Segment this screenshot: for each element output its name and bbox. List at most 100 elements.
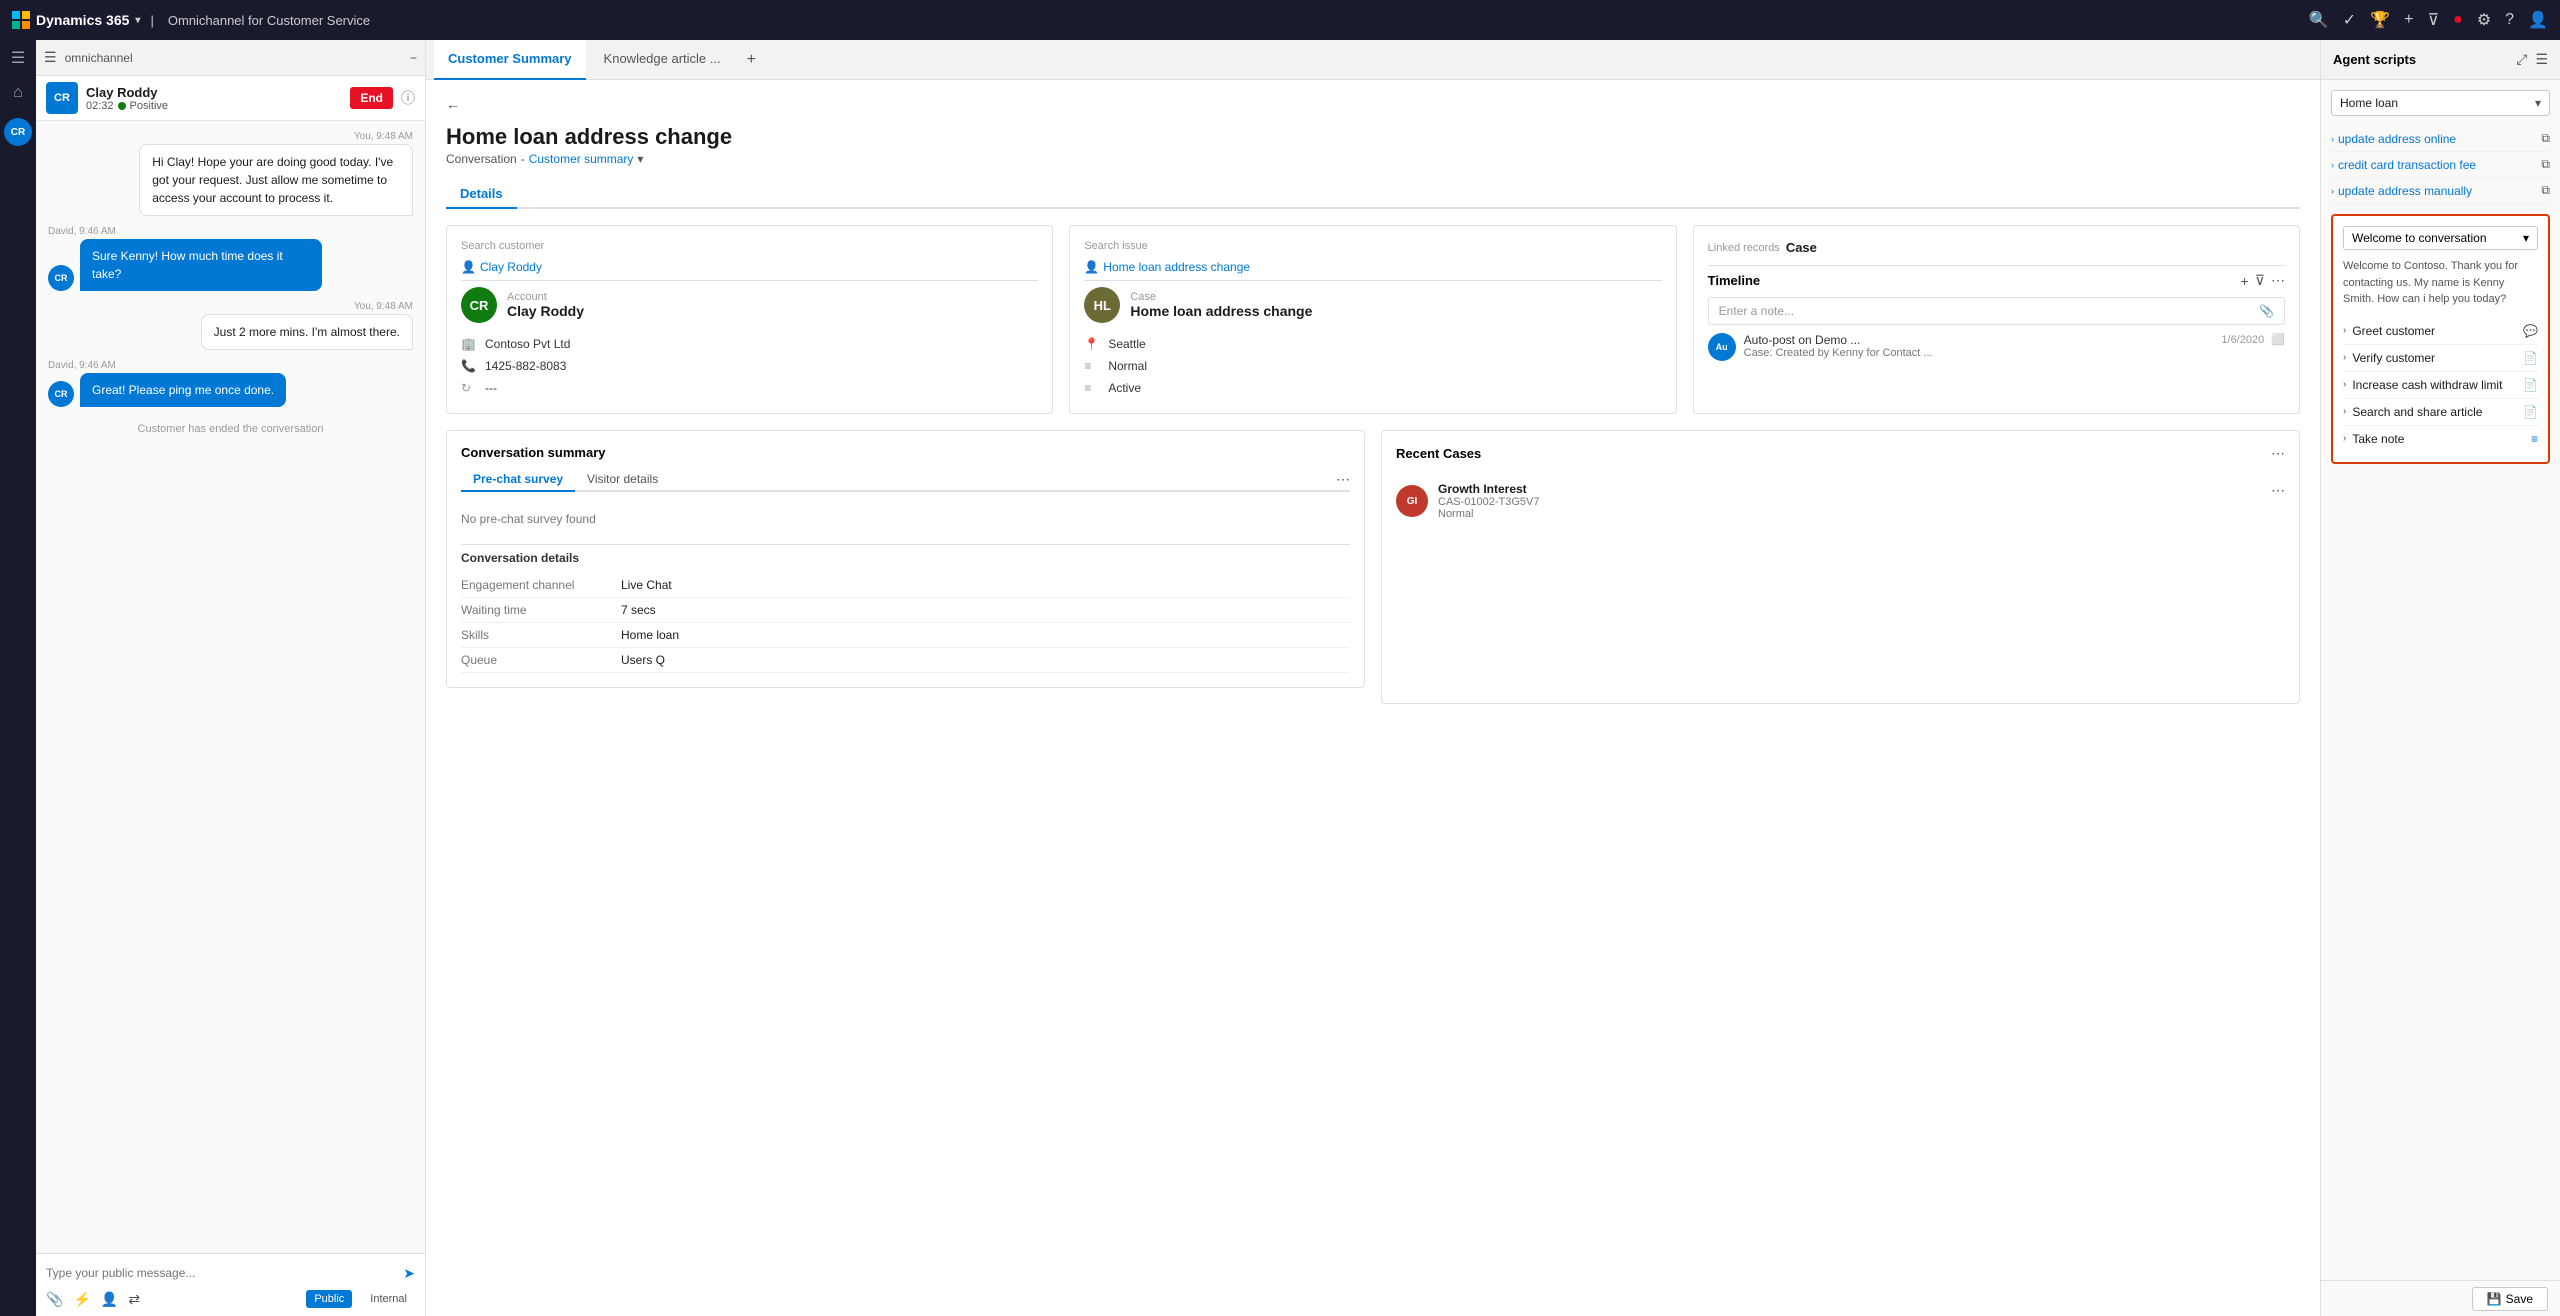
conv-detail-skills: Skills Home loan [461, 623, 1350, 648]
increase-limit-chevron: › [2343, 379, 2346, 390]
timeline-note-input[interactable]: Enter a note... 📎 [1708, 297, 2285, 325]
settings-icon[interactable]: ⚙ [2477, 10, 2491, 30]
contact-meta: 02:32 Positive [86, 100, 342, 112]
message-timestamp: David, 9:46 AM [48, 226, 413, 237]
case-item-more-icon[interactable]: ⋯ [2271, 482, 2285, 499]
phone-field: 📞 1425-882-8083 [461, 355, 1038, 377]
greet-icon[interactable]: 💬 [2523, 324, 2538, 338]
chat-panel: ☰ omnichannel − CR Clay Roddy 02:32 Posi… [36, 40, 426, 1316]
conversation-summary-card: Conversation summary Pre-chat survey Vis… [446, 430, 1365, 688]
chat-header: ☰ omnichannel − [36, 40, 425, 76]
copy-icon-3[interactable]: ⧉ [2541, 183, 2550, 198]
script-link-1[interactable]: › update address online ⧉ [2331, 126, 2550, 152]
panel-list-icon[interactable]: ☰ [2535, 51, 2548, 68]
quick-reply-icon[interactable]: ⚡ [73, 1291, 90, 1308]
nav-icons: 🔍 ✓ 🏆 + ⊽ ● ⚙ ? 👤 [2309, 10, 2548, 30]
take-note-icon[interactable]: ≡ [2531, 432, 2538, 446]
script-item-increase-limit[interactable]: › Increase cash withdraw limit 📄 [2343, 372, 2538, 399]
timeline-filter-icon[interactable]: ⊽ [2255, 272, 2265, 289]
chat-active-icon[interactable]: CR [4, 118, 32, 146]
brand-logo[interactable]: Dynamics 365 ▾ [12, 11, 140, 29]
customer-row: CR Account Clay Roddy [461, 287, 1038, 323]
conv-details-title: Conversation details [461, 551, 1350, 565]
conv-more-icon[interactable]: ⋯ [1336, 471, 1350, 488]
timeline-add-icon[interactable]: + [2241, 273, 2249, 289]
breadcrumb-row: ← [446, 96, 2300, 112]
chat-hamburger-icon[interactable]: ☰ [44, 49, 57, 66]
script-dropdown[interactable]: Home loan [2331, 90, 2550, 116]
issue-link[interactable]: 👤 Home loan address change [1084, 260, 1661, 274]
expand-icon[interactable]: ⬜ [2271, 334, 2285, 346]
conv-detail-waiting: Waiting time 7 secs [461, 598, 1350, 623]
notification-icon[interactable]: ● [2453, 11, 2463, 29]
user-icon[interactable]: 👤 [2528, 10, 2548, 30]
priority-icon: ≡ [1084, 359, 1100, 373]
tab-visitor-details[interactable]: Visitor details [575, 468, 670, 492]
search-share-icon[interactable]: 📄 [2523, 405, 2538, 419]
details-tab[interactable]: Details [446, 180, 517, 209]
copy-icon-1[interactable]: ⧉ [2541, 131, 2550, 146]
script-item-verify[interactable]: › Verify customer 📄 [2343, 345, 2538, 372]
welcome-dropdown[interactable]: Welcome to conversation [2343, 226, 2538, 250]
tab-customer-summary[interactable]: Customer Summary [434, 40, 586, 80]
top-navigation: Dynamics 365 ▾ | Omnichannel for Custome… [0, 0, 2560, 40]
conv-tabs: Pre-chat survey Visitor details ⋯ [461, 468, 1350, 492]
chat-input[interactable] [46, 1262, 397, 1284]
tab-add-button[interactable]: + [739, 51, 764, 69]
send-icon[interactable]: ➤ [403, 1265, 415, 1282]
agent-panel-body: Home loan › update address online ⧉ › cr… [2321, 80, 2560, 1280]
issue-card: Search issue 👤 Home loan address change … [1069, 225, 1676, 414]
tab-pre-chat[interactable]: Pre-chat survey [461, 468, 575, 492]
search-icon[interactable]: 🔍 [2309, 10, 2329, 30]
help-icon[interactable]: ? [2505, 11, 2514, 29]
take-note-chevron: › [2343, 433, 2346, 444]
attachment-icon[interactable]: 📎 [46, 1291, 63, 1308]
home-icon[interactable]: ⌂ [13, 84, 23, 102]
add-participant-icon[interactable]: 👤 [101, 1291, 118, 1308]
info-icon[interactable]: ⓘ [401, 88, 415, 108]
agent-scripts-panel: Agent scripts ⤢ ☰ Home loan › update add… [2320, 40, 2560, 1316]
priority-field: ≡ Normal [1084, 355, 1661, 377]
script-item-take-note[interactable]: › Take note ≡ [2343, 426, 2538, 452]
back-button[interactable]: ← [446, 96, 460, 112]
brand-chevron[interactable]: ▾ [135, 15, 140, 26]
page-subtitle-link[interactable]: Customer summary [529, 152, 634, 166]
copy-icon-2[interactable]: ⧉ [2541, 157, 2550, 172]
message-bubble: Sure Kenny! How much time does it take? [80, 239, 322, 291]
trophy-icon[interactable]: 🏆 [2370, 10, 2390, 30]
customer-link[interactable]: 👤 Clay Roddy [461, 260, 1038, 274]
panel-expand-icon[interactable]: ⤢ [2516, 51, 2527, 68]
internal-mode-button[interactable]: Internal [362, 1290, 415, 1308]
script-item-search-share[interactable]: › Search and share article 📄 [2343, 399, 2538, 426]
check-circle-icon[interactable]: ✓ [2343, 10, 2356, 30]
tab-knowledge-article[interactable]: Knowledge article ... [590, 40, 735, 80]
content-tabs: Customer Summary Knowledge article ... + [426, 40, 2320, 80]
script-link-2[interactable]: › credit card transaction fee ⧉ [2331, 152, 2550, 178]
phone-icon: 📞 [461, 359, 477, 373]
chat-minimize-icon[interactable]: − [410, 51, 417, 65]
increase-limit-icon[interactable]: 📄 [2523, 378, 2538, 392]
timeline-header: Timeline + ⊽ ⋯ [1708, 272, 2285, 289]
add-icon[interactable]: + [2404, 11, 2413, 29]
page-title: Home loan address change [446, 124, 2300, 150]
timeline-more-icon[interactable]: ⋯ [2271, 272, 2285, 289]
status-dot [118, 102, 126, 110]
message-bubble: Hi Clay! Hope your are doing good today.… [139, 144, 413, 216]
script-link-text-2: › credit card transaction fee [2331, 158, 2476, 172]
script-item-greet[interactable]: › Greet customer 💬 [2343, 318, 2538, 345]
transfer-icon[interactable]: ⇄ [128, 1291, 140, 1308]
script-link-3[interactable]: › update address manually ⧉ [2331, 178, 2550, 204]
verify-icon[interactable]: 📄 [2523, 351, 2538, 365]
case-item-avatar: GI [1396, 485, 1428, 517]
end-button[interactable]: End [350, 87, 393, 109]
customer-message: CR Sure Kenny! How much time does it tak… [48, 239, 322, 291]
filter-icon[interactable]: ⊽ [2427, 10, 2439, 30]
chevron-right-icon: › [2331, 160, 2334, 170]
save-button[interactable]: 💾 Save [2472, 1287, 2548, 1311]
recent-cases-more-icon[interactable]: ⋯ [2271, 445, 2285, 462]
hamburger-icon[interactable]: ☰ [11, 48, 25, 68]
welcome-conversation-box: Welcome to conversation Welcome to Conto… [2331, 214, 2550, 464]
case-avatar-large: HL [1084, 287, 1120, 323]
cards-row-bottom: Conversation summary Pre-chat survey Vis… [446, 430, 2300, 704]
public-mode-button[interactable]: Public [306, 1290, 352, 1308]
